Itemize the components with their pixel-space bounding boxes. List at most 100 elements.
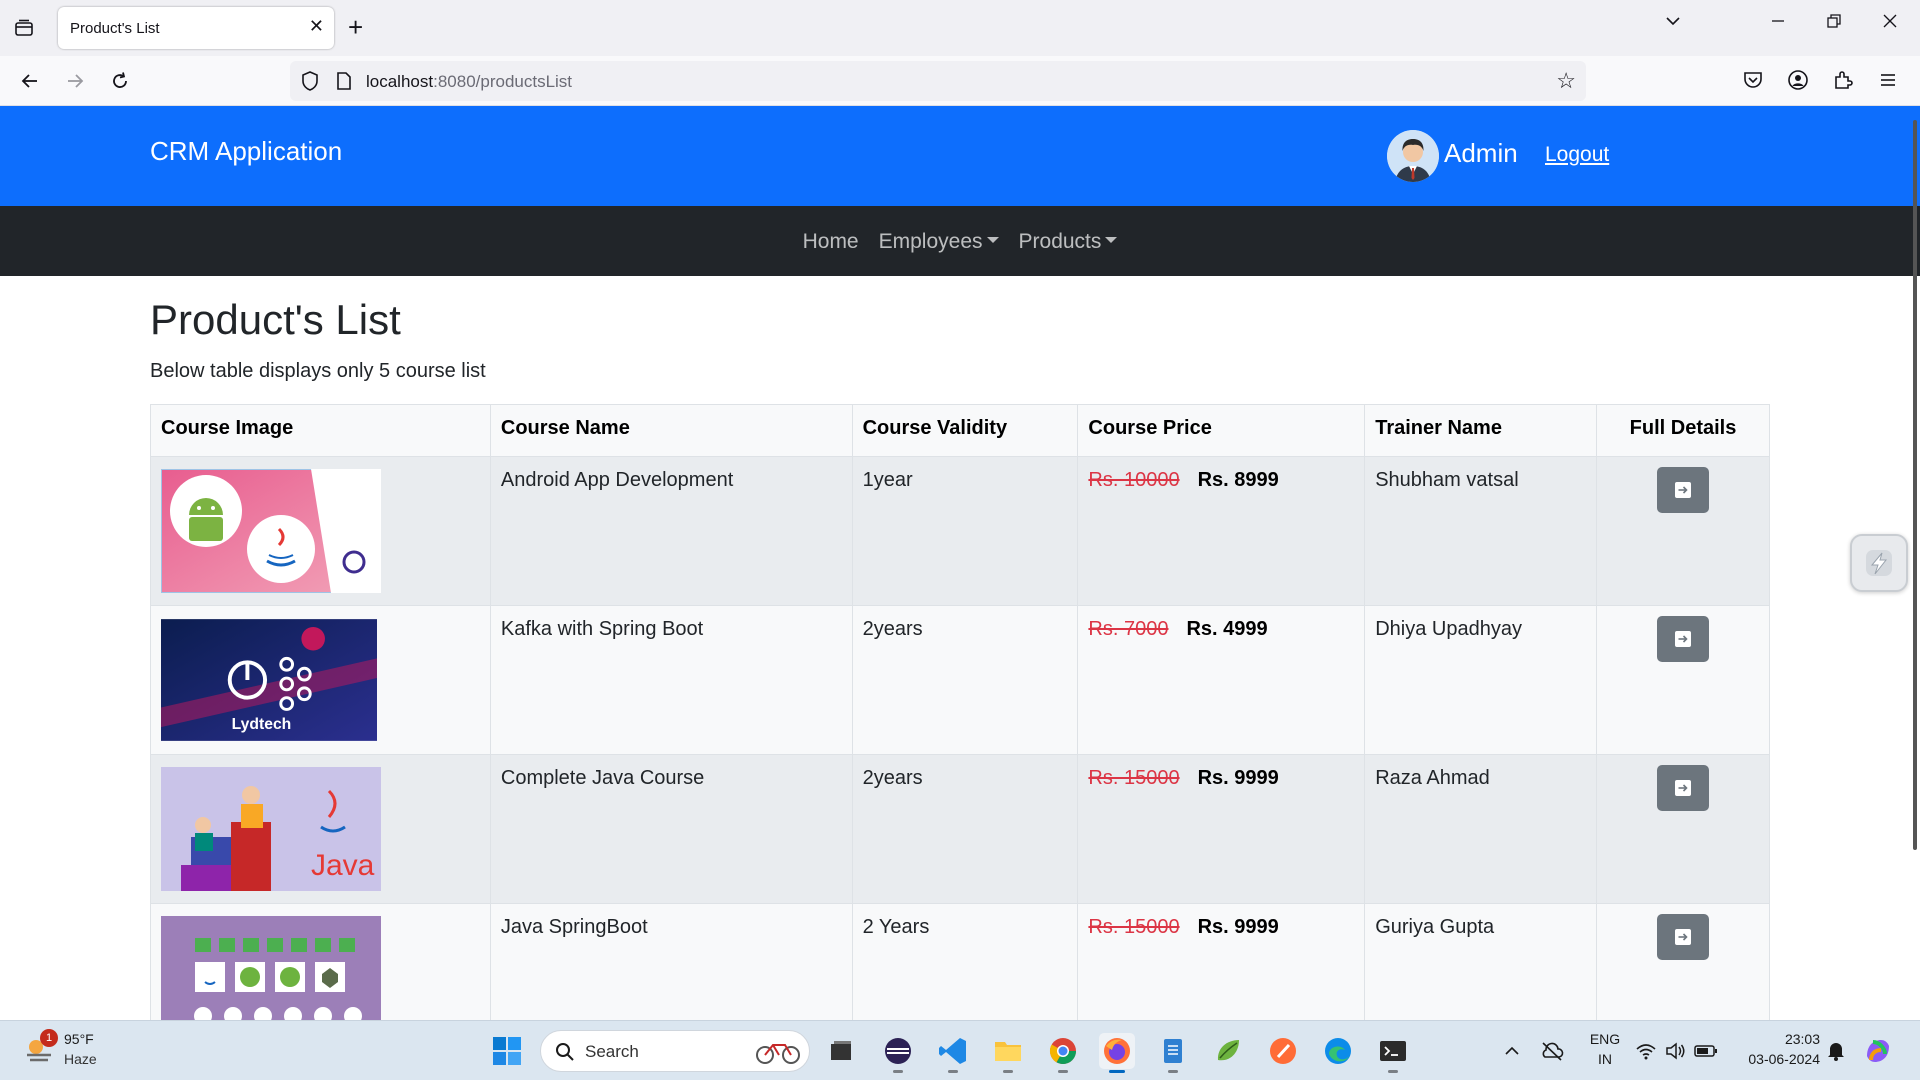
close-window-icon[interactable] xyxy=(1882,12,1898,35)
header-full-details: Full Details xyxy=(1596,404,1770,457)
forward-icon[interactable] xyxy=(60,66,90,96)
firefox-icon[interactable] xyxy=(1099,1033,1135,1073)
course-price: Rs. 15000 Rs. 9999 xyxy=(1077,754,1366,904)
eclipse-ide-icon[interactable] xyxy=(880,1033,916,1073)
view-details-button[interactable] xyxy=(1657,914,1710,960)
copilot-icon[interactable] xyxy=(1860,1033,1896,1069)
user-avatar xyxy=(1387,130,1439,182)
chrome-icon[interactable] xyxy=(1045,1033,1081,1073)
old-price: Rs. 7000 xyxy=(1088,618,1169,640)
menu-home[interactable]: Home xyxy=(793,230,869,254)
new-tab-icon[interactable]: + xyxy=(348,12,363,43)
full-details-cell xyxy=(1596,903,1770,1020)
view-details-button[interactable] xyxy=(1657,467,1710,513)
clock-date[interactable]: 03-06-2024 xyxy=(1728,1051,1820,1067)
file-explorer-icon[interactable] xyxy=(990,1033,1026,1073)
page-info-icon[interactable] xyxy=(336,71,352,96)
restore-icon[interactable] xyxy=(1826,12,1842,35)
course-image-cell: Java xyxy=(150,754,491,904)
arrow-right-square-icon xyxy=(1675,780,1692,796)
task-view-icon[interactable] xyxy=(823,1033,859,1069)
arrow-right-square-icon xyxy=(1675,482,1692,498)
course-name: Kafka with Spring Boot xyxy=(489,605,853,755)
address-bar[interactable]: localhost:8080/productsList ☆ xyxy=(290,61,1586,101)
taskbar-search-box[interactable]: Search xyxy=(540,1030,810,1072)
minimize-icon[interactable] xyxy=(1770,12,1786,35)
edge-icon[interactable] xyxy=(1320,1033,1356,1069)
bicycle-icon xyxy=(756,1044,800,1064)
close-tab-icon[interactable]: ✕ xyxy=(309,16,324,37)
course-validity: 1year xyxy=(851,456,1079,606)
table-row: Android App Development 1year Rs. 10000 R… xyxy=(150,456,1770,606)
weather-description[interactable]: Haze xyxy=(64,1051,97,1067)
course-name: Complete Java Course xyxy=(489,754,853,904)
region-code[interactable]: IN xyxy=(1585,1051,1625,1067)
search-icon xyxy=(556,1043,574,1061)
header-course-image: Course Image xyxy=(150,404,491,457)
menu-hamburger-icon[interactable] xyxy=(1877,69,1903,95)
search-placeholder: Search xyxy=(585,1042,639,1061)
clock-time[interactable]: 23:03 xyxy=(1728,1031,1820,1047)
course-price: Rs. 7000 Rs. 4999 xyxy=(1077,605,1366,755)
new-price: Rs. 9999 xyxy=(1197,767,1279,789)
page-scrollbar[interactable] xyxy=(1913,120,1917,850)
springboot-course-image xyxy=(161,916,381,1020)
running-indicator xyxy=(1388,1070,1398,1073)
terminal-icon[interactable] xyxy=(1375,1033,1411,1073)
web-page: CRM Application Admin Logout Home Employ… xyxy=(0,106,1920,1020)
menu-products-dropdown[interactable]: Products xyxy=(1009,230,1128,254)
chevron-up-icon[interactable] xyxy=(1494,1033,1530,1069)
list-all-tabs-icon[interactable] xyxy=(1664,12,1682,36)
full-details-cell xyxy=(1596,754,1770,904)
logout-link[interactable]: Logout xyxy=(1545,143,1609,167)
view-details-button[interactable] xyxy=(1657,765,1710,811)
course-name: Java SpringBoot xyxy=(489,903,853,1020)
vscode-icon[interactable] xyxy=(935,1033,971,1073)
image-caption: Java xyxy=(311,849,375,882)
url-host: localhost xyxy=(366,72,434,91)
windows-start-icon[interactable] xyxy=(492,1036,522,1071)
account-icon[interactable] xyxy=(1787,69,1813,95)
page-description: Below table displays only 5 course list xyxy=(150,360,486,382)
app-brand[interactable]: CRM Application xyxy=(150,136,342,167)
pocket-icon[interactable] xyxy=(1742,69,1768,95)
windows-taskbar: 1 95°F Haze Search ENG IN 23:03 03-06-20… xyxy=(0,1020,1920,1080)
android-java-course-image xyxy=(161,469,381,593)
running-indicator xyxy=(1058,1070,1068,1073)
spring-tool-suite-icon[interactable] xyxy=(1210,1033,1246,1069)
trainer-name: Shubham vatsal xyxy=(1364,456,1598,606)
table-row: Java SpringBoot 2 Years Rs. 15000 Rs. 999… xyxy=(150,903,1770,1020)
menu-products-label: Products xyxy=(1018,230,1102,253)
lightning-icon xyxy=(1866,550,1892,576)
language-code[interactable]: ENG xyxy=(1585,1031,1625,1047)
extensions-icon[interactable] xyxy=(1832,69,1858,95)
back-icon[interactable] xyxy=(15,66,45,96)
view-details-button[interactable] xyxy=(1657,616,1710,662)
tab-list-icon[interactable] xyxy=(10,14,38,42)
menu-employees-dropdown[interactable]: Employees xyxy=(869,230,1009,254)
onedrive-offline-icon[interactable] xyxy=(1534,1033,1570,1069)
tracking-protection-shield-icon[interactable] xyxy=(300,70,320,97)
battery-icon[interactable] xyxy=(1688,1033,1724,1069)
header-trainer-name: Trainer Name xyxy=(1364,404,1598,457)
table-row: Lydtech Kafka with Spring Boot 2years Rs… xyxy=(150,605,1770,755)
course-validity: 2years xyxy=(851,605,1079,755)
full-details-cell xyxy=(1596,456,1770,606)
reload-icon[interactable] xyxy=(105,66,135,96)
notification-bell-icon[interactable] xyxy=(1818,1033,1854,1069)
kafka-spring-course-image: Lydtech xyxy=(161,619,377,741)
notepad-icon[interactable] xyxy=(1155,1033,1191,1073)
running-indicator xyxy=(1003,1070,1013,1073)
caret-down-icon xyxy=(986,237,999,243)
products-table: Course Image Course Name Course Validity… xyxy=(150,404,1770,1020)
postman-icon[interactable] xyxy=(1265,1033,1301,1069)
new-price: Rs. 9999 xyxy=(1197,916,1279,938)
bookmark-star-icon[interactable]: ☆ xyxy=(1556,68,1576,94)
menu-employees-label: Employees xyxy=(878,230,983,253)
header-course-validity: Course Validity xyxy=(851,404,1079,457)
course-validity: 2 Years xyxy=(851,903,1079,1020)
weather-temperature[interactable]: 95°F xyxy=(64,1031,94,1047)
browser-tab-products-list[interactable]: Product's List ✕ xyxy=(58,7,334,49)
table-row: Java Complete Java Course 2years Rs. 150… xyxy=(150,754,1770,904)
floating-assistant-button[interactable] xyxy=(1850,534,1908,592)
